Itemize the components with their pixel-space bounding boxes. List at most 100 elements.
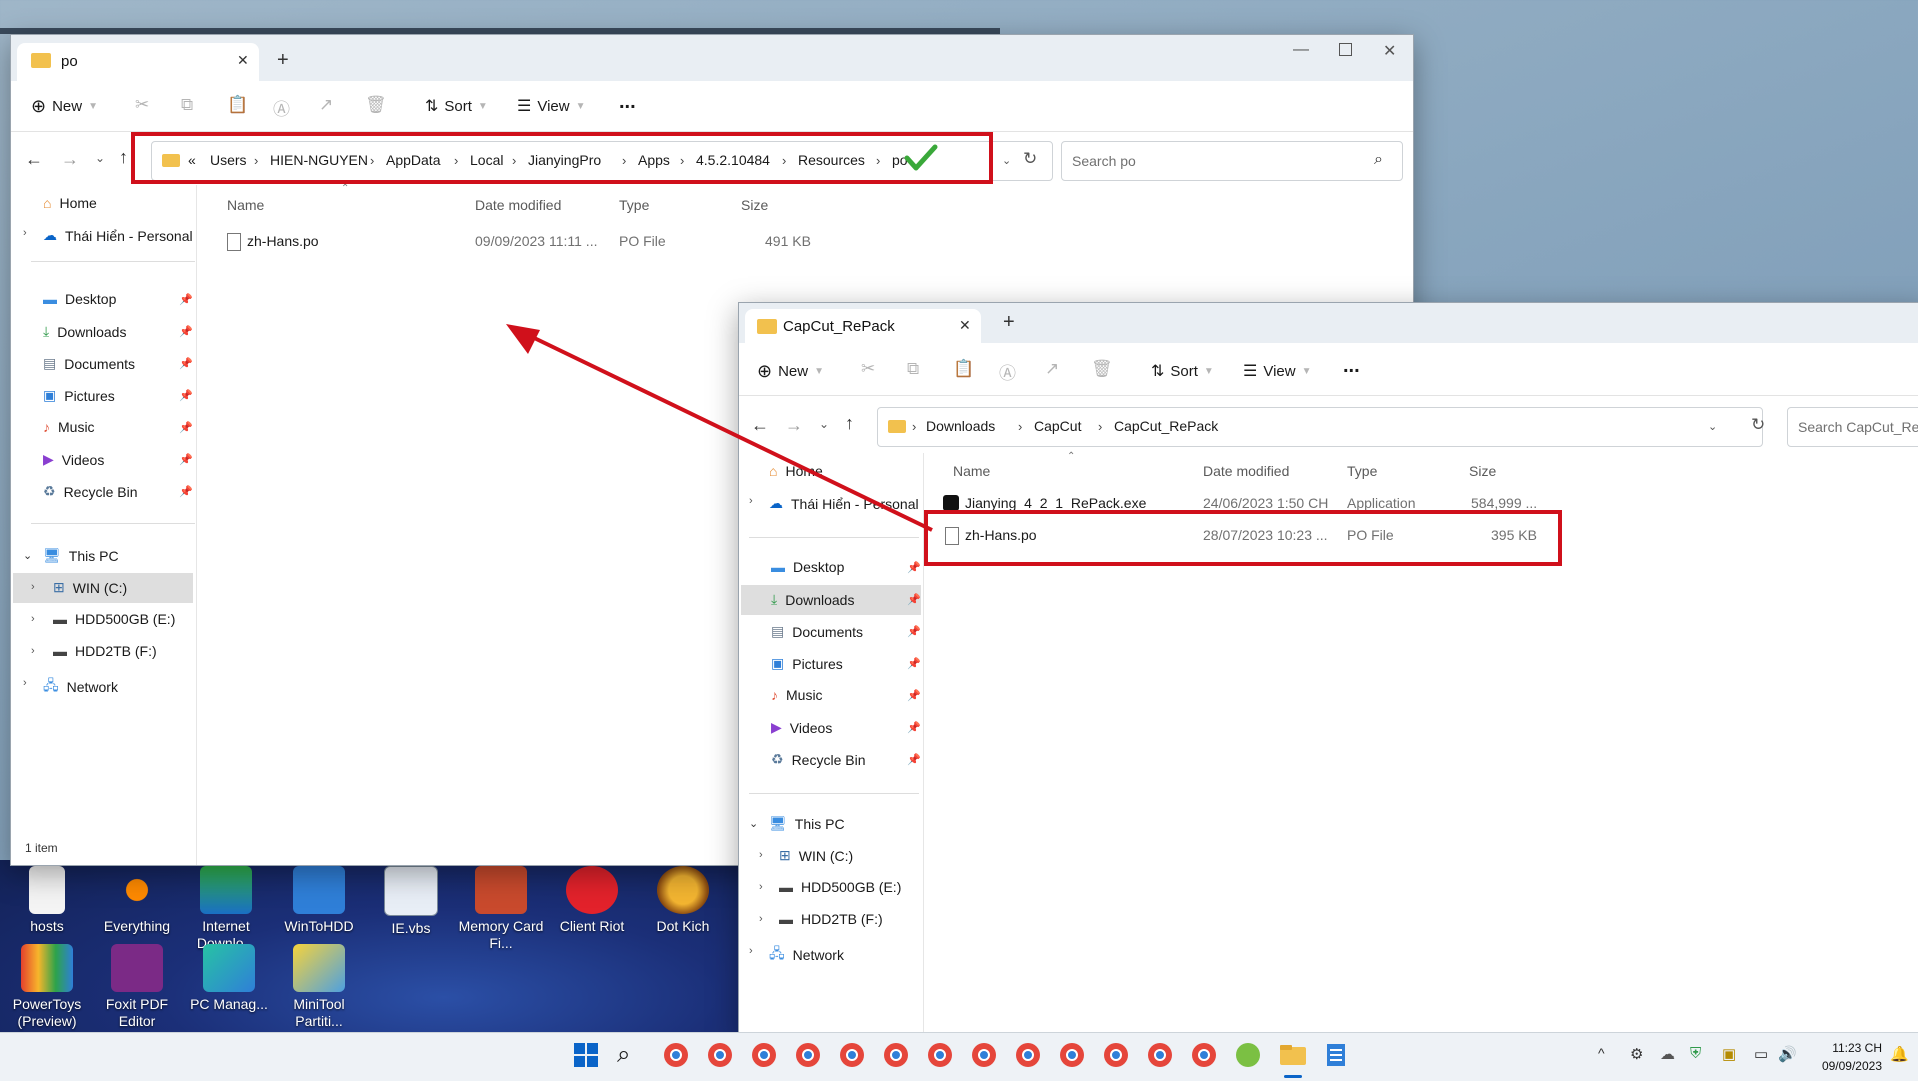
- collapse-chevron-icon[interactable]: ⌄: [749, 817, 758, 830]
- nav-desktop[interactable]: ▬ Desktop: [771, 559, 844, 575]
- paste-icon[interactable]: 📋: [953, 359, 974, 379]
- pin-icon[interactable]: 📌: [907, 625, 921, 638]
- paste-icon[interactable]: 📋: [227, 95, 248, 115]
- column-size[interactable]: Size: [741, 197, 768, 213]
- expand-chevron-icon[interactable]: ›: [759, 913, 763, 925]
- notepad-icon[interactable]: [1322, 1041, 1352, 1071]
- column-size[interactable]: Size: [1469, 463, 1496, 479]
- nav-onedrive[interactable]: ☁ Thái Hiển - Personal: [43, 227, 193, 244]
- chevron-right-icon[interactable]: ›: [1098, 419, 1102, 434]
- chrome-icon[interactable]: [882, 1041, 912, 1071]
- pin-icon[interactable]: 📌: [907, 689, 921, 702]
- expand-chevron-icon[interactable]: ›: [749, 945, 753, 957]
- pin-icon[interactable]: 📌: [907, 593, 921, 606]
- column-type[interactable]: Type: [619, 197, 649, 213]
- chrome-icon[interactable]: [794, 1041, 824, 1071]
- chrome-icon[interactable]: [1014, 1041, 1044, 1071]
- desktop-icon-memory-card[interactable]: Memory Card Fi...: [456, 866, 546, 952]
- pin-icon[interactable]: 📌: [179, 357, 193, 370]
- security-tray-icon[interactable]: ⛨: [1690, 1045, 1701, 1062]
- pin-icon[interactable]: 📌: [907, 657, 921, 670]
- search-icon[interactable]: ⌕: [617, 1041, 647, 1071]
- address-dropdown-icon[interactable]: ⌄: [1002, 154, 1011, 167]
- pin-icon[interactable]: 📌: [179, 325, 193, 338]
- search-box[interactable]: Search po ⌕: [1061, 141, 1403, 181]
- nav-this-pc[interactable]: 🖥 This PC: [43, 547, 119, 564]
- breadcrumb-capcut[interactable]: CapCut: [1034, 418, 1081, 434]
- close-tab-icon[interactable]: ✕: [237, 52, 249, 69]
- nav-downloads[interactable]: ⤓ Downloads: [771, 591, 854, 608]
- share-icon[interactable]: ↗: [319, 95, 333, 115]
- copy-icon[interactable]: ⧉: [181, 95, 193, 115]
- expand-chevron-icon[interactable]: ›: [31, 613, 35, 625]
- desktop-icon-powertoys[interactable]: PowerToys (Preview): [2, 944, 92, 1030]
- expand-chevron-icon[interactable]: ›: [759, 849, 763, 861]
- address-bar[interactable]: › Downloads › CapCut › CapCut_RePack ⌄: [877, 407, 1763, 447]
- volume-icon[interactable]: 🔊: [1778, 1045, 1797, 1063]
- expand-chevron-icon[interactable]: ›: [759, 881, 763, 893]
- desktop-icon-ievbs[interactable]: IE.vbs: [366, 866, 456, 937]
- chrome-icon[interactable]: [1102, 1041, 1132, 1071]
- desktop-icon-dot-kich[interactable]: Dot Kich: [638, 866, 728, 935]
- nav-downloads[interactable]: ⤓ Downloads: [43, 323, 126, 340]
- pin-icon[interactable]: 📌: [907, 753, 921, 766]
- chrome-icon[interactable]: [662, 1041, 692, 1071]
- new-tab-button[interactable]: +: [1003, 311, 1015, 334]
- tray-overflow-icon[interactable]: ^: [1598, 1045, 1605, 1061]
- chrome-icon[interactable]: [838, 1041, 868, 1071]
- nav-network[interactable]: 🖧 Network: [43, 675, 118, 699]
- nav-music[interactable]: ♪ Music: [43, 419, 95, 435]
- chrome-icon[interactable]: [1146, 1041, 1176, 1071]
- sort-button[interactable]: ⇅ Sort ▼: [1151, 361, 1214, 381]
- more-options-button[interactable]: ...: [619, 91, 636, 114]
- tab-po[interactable]: po ✕: [17, 43, 259, 81]
- file-explorer-icon[interactable]: [1278, 1041, 1308, 1078]
- forward-arrow-icon[interactable]: →: [61, 149, 79, 170]
- maximize-button[interactable]: [1339, 43, 1352, 56]
- notification-icon[interactable]: 🔔: [1890, 1045, 1909, 1063]
- nav-drive-f[interactable]: ▬ HDD2TB (F:): [779, 911, 883, 927]
- desktop-icon-foxit[interactable]: Foxit PDF Editor: [92, 944, 182, 1030]
- pin-icon[interactable]: 📌: [907, 561, 921, 574]
- expand-chevron-icon[interactable]: ›: [31, 645, 35, 657]
- column-type[interactable]: Type: [1347, 463, 1377, 479]
- nav-videos[interactable]: ▶ Videos: [43, 451, 104, 468]
- chevron-right-icon[interactable]: ›: [1018, 419, 1022, 434]
- nav-drive-c[interactable]: ⊞ WIN (C:): [53, 579, 127, 596]
- view-button[interactable]: ☰ View ▼: [517, 96, 586, 116]
- pin-icon[interactable]: 📌: [179, 293, 193, 306]
- nav-videos[interactable]: ▶ Videos: [771, 719, 832, 736]
- desktop-icon-client-riot[interactable]: Client Riot: [547, 866, 637, 935]
- recent-locations-icon[interactable]: ⌄: [95, 151, 105, 165]
- nav-this-pc[interactable]: 🖥 This PC: [769, 815, 845, 832]
- expand-chevron-icon[interactable]: ›: [23, 227, 27, 239]
- nav-documents[interactable]: ▤ Documents: [771, 623, 863, 640]
- new-tab-button[interactable]: +: [277, 49, 289, 72]
- start-button[interactable]: [572, 1041, 602, 1071]
- column-date[interactable]: Date modified: [475, 197, 561, 213]
- address-dropdown-icon[interactable]: ⌄: [1708, 420, 1717, 433]
- nav-drive-e[interactable]: ▬ HDD500GB (E:): [53, 611, 175, 627]
- more-options-button[interactable]: ...: [1343, 355, 1360, 378]
- rename-icon[interactable]: Ⓐ: [999, 359, 1016, 384]
- nav-documents[interactable]: ▤ Documents: [43, 355, 135, 372]
- close-tab-icon[interactable]: ✕: [959, 317, 971, 334]
- nav-drive-c[interactable]: ⊞ WIN (C:): [779, 847, 853, 864]
- pin-icon[interactable]: 📌: [907, 721, 921, 734]
- greenapp-icon[interactable]: [1234, 1041, 1264, 1071]
- chrome-icon[interactable]: [926, 1041, 956, 1071]
- column-name[interactable]: Name: [953, 463, 990, 479]
- desktop-icon-pc-manager[interactable]: PC Manag...: [184, 944, 274, 1013]
- clock-date[interactable]: 09/09/2023: [1810, 1059, 1882, 1073]
- nav-drive-e[interactable]: ▬ HDD500GB (E:): [779, 879, 901, 895]
- nav-music[interactable]: ♪ Music: [771, 687, 823, 703]
- desktop-icon-hosts[interactable]: hosts: [2, 866, 92, 935]
- up-arrow-icon[interactable]: ↑: [119, 147, 128, 168]
- minimize-button[interactable]: —: [1293, 41, 1309, 59]
- nav-pictures[interactable]: ▣ Pictures: [43, 387, 115, 404]
- expand-chevron-icon[interactable]: ›: [31, 581, 35, 593]
- chrome-icon[interactable]: [970, 1041, 1000, 1071]
- network-tray-icon[interactable]: ▭: [1754, 1045, 1768, 1063]
- tray-app-icon[interactable]: ⚙: [1630, 1045, 1643, 1063]
- chrome-icon[interactable]: [750, 1041, 780, 1071]
